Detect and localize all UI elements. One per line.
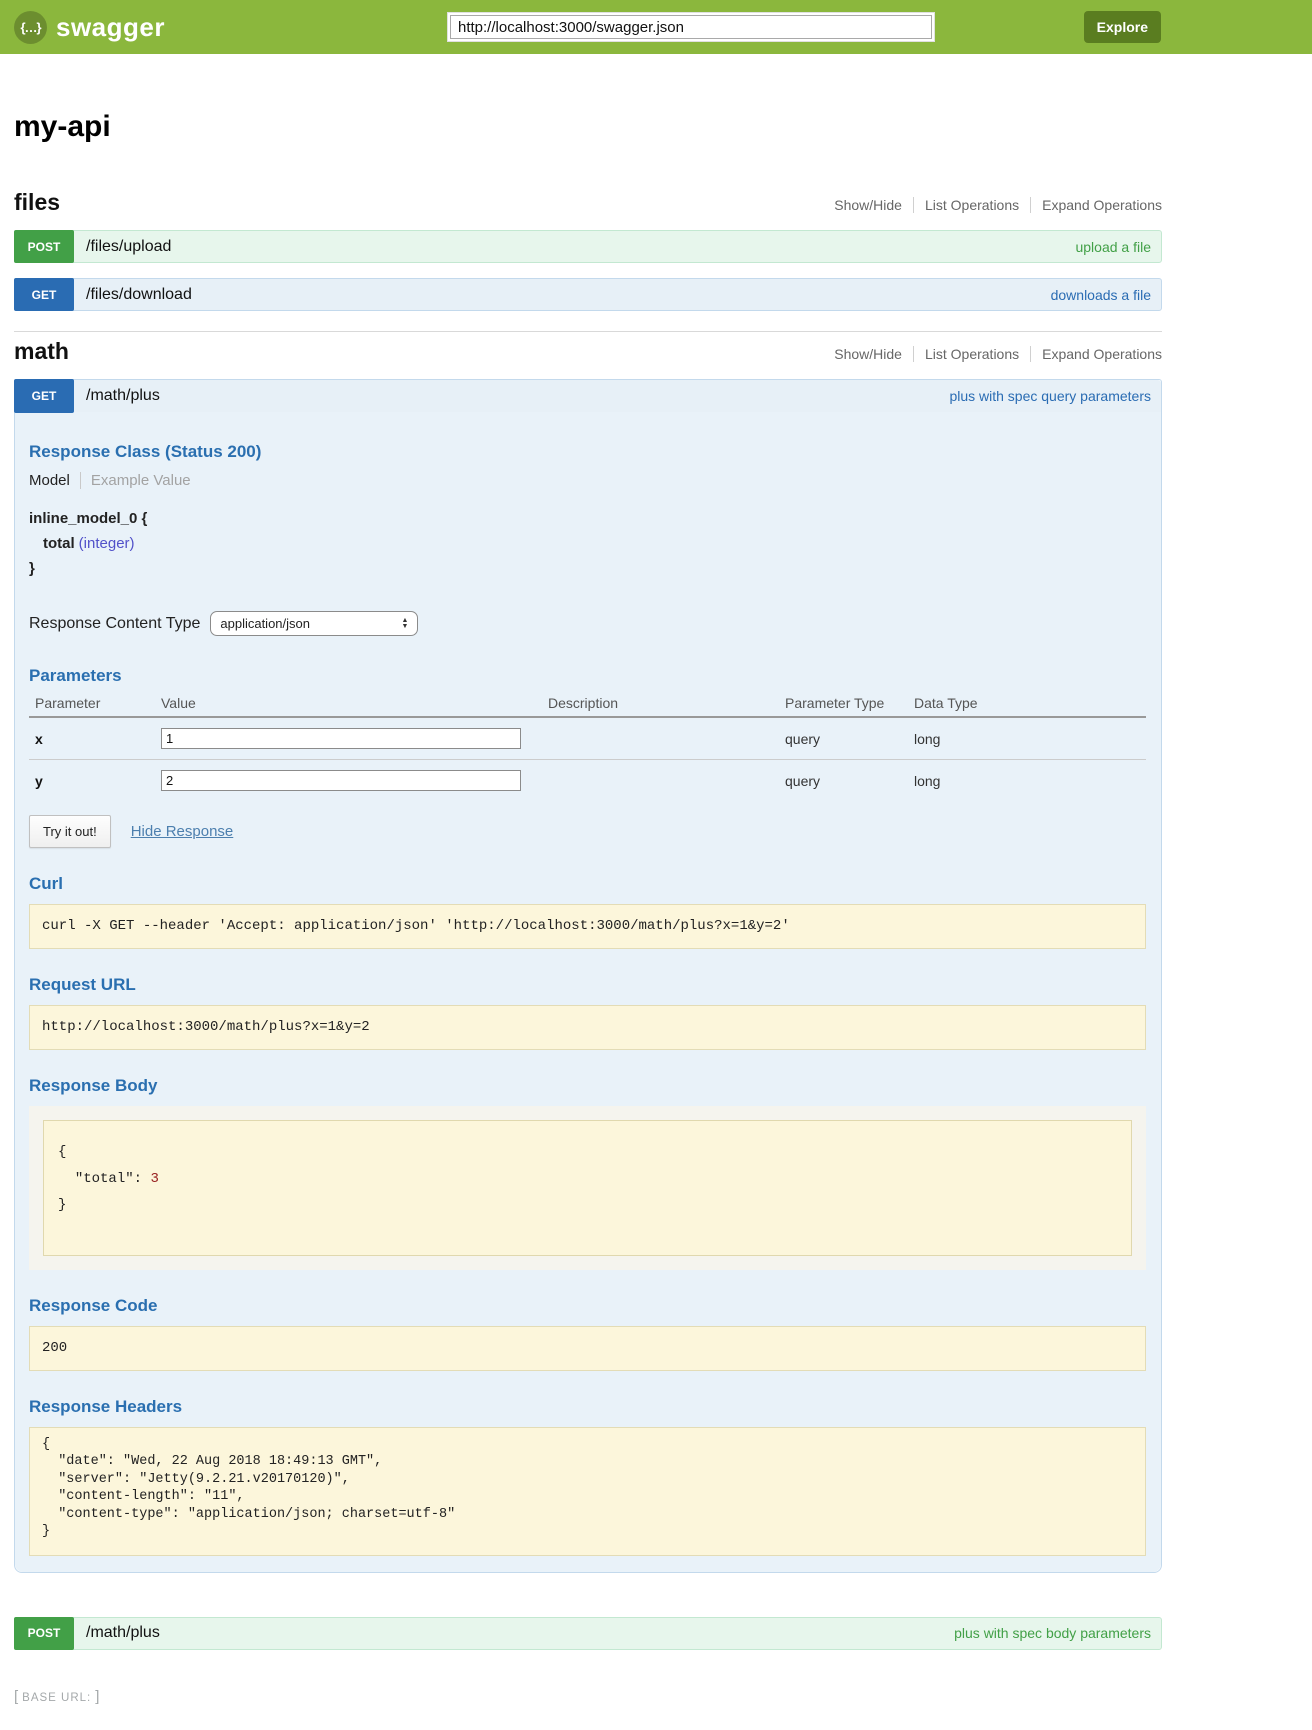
model-property-name: total [43, 535, 75, 552]
col-description: Description [542, 690, 779, 717]
parameter-row-x: x query long [29, 717, 1146, 760]
explore-button[interactable]: Explore [1084, 11, 1161, 43]
parameter-data-type: long [908, 717, 1146, 760]
spec-url-input-frame [447, 12, 935, 42]
model-signature: inline_model_0 { total(integer) } [29, 507, 1146, 581]
tab-example-value[interactable]: Example Value [80, 472, 191, 489]
col-data-type: Data Type [908, 690, 1146, 717]
post-method-badge: POST [14, 1617, 74, 1650]
response-class-heading: Response Class (Status 200) [29, 442, 1146, 462]
try-it-out-button[interactable]: Try it out! [29, 815, 111, 848]
response-headers-heading: Response Headers [29, 1397, 1146, 1417]
expand-operations-link[interactable]: Expand Operations [1030, 197, 1162, 213]
files-section-controls: Show/Hide List Operations Expand Operati… [823, 197, 1162, 213]
curl-heading: Curl [29, 874, 1146, 894]
response-body-number: 3 [150, 1171, 158, 1187]
response-content-type-select[interactable]: application/json [210, 611, 418, 636]
list-operations-link[interactable]: List Operations [913, 346, 1030, 362]
parameters-header-row: Parameter Value Description Parameter Ty… [29, 690, 1146, 717]
base-url-label: BASE URL: [18, 1692, 95, 1704]
response-class-tabs: Model Example Value [29, 472, 1146, 489]
operation-path[interactable]: /math/plus [86, 1624, 160, 1642]
operation-detail-panel: Response Class (Status 200) Model Exampl… [15, 412, 1161, 1572]
model-property: total(integer) [29, 532, 1146, 557]
parameter-name: x [29, 717, 155, 760]
parameter-description [542, 760, 779, 802]
math-section-header: math Show/Hide List Operations Expand Op… [14, 338, 1162, 365]
base-url-bracket: ] [95, 1688, 99, 1705]
get-method-badge: GET [14, 379, 74, 413]
parameter-x-input[interactable] [161, 728, 521, 749]
swagger-logo: {…} swagger [14, 11, 165, 44]
response-body-text: { "total": [58, 1144, 150, 1187]
swagger-braces-icon: {…} [14, 11, 47, 44]
list-operations-link[interactable]: List Operations [913, 197, 1030, 213]
files-section-header: files Show/Hide List Operations Expand O… [14, 189, 1162, 216]
page-title: my-api [14, 110, 1162, 143]
operation-get-math-plus-expanded: GET /math/plus plus with spec query para… [14, 379, 1162, 1573]
operation-path[interactable]: /math/plus [86, 387, 160, 405]
brand-name: swagger [56, 12, 165, 43]
post-method-badge: POST [14, 230, 74, 263]
col-value: Value [155, 690, 542, 717]
request-url-heading: Request URL [29, 975, 1146, 995]
parameter-y-input[interactable] [161, 770, 521, 791]
parameters-table: Parameter Value Description Parameter Ty… [29, 690, 1146, 801]
files-section-title: files [14, 189, 60, 216]
response-body-container: { "total": 3 } [29, 1106, 1146, 1270]
operation-path[interactable]: /files/download [86, 286, 192, 304]
response-content-type-row: Response Content Type application/json [29, 611, 1146, 636]
col-parameter: Parameter [29, 690, 155, 717]
operation-row-post-math-plus[interactable]: POST /math/plus plus with spec body para… [14, 1617, 1162, 1650]
response-body-heading: Response Body [29, 1076, 1146, 1096]
parameter-type: query [779, 717, 908, 760]
model-signature-close: } [29, 557, 1146, 582]
response-content-type-label: Response Content Type [29, 615, 200, 633]
response-headers-json: { "date": "Wed, 22 Aug 2018 18:49:13 GMT… [29, 1427, 1146, 1556]
operation-summary[interactable]: downloads a file [1051, 287, 1151, 303]
model-signature-open: inline_model_0 { [29, 507, 1146, 532]
select-updown-icon [401, 618, 408, 630]
try-it-out-row: Try it out! Hide Response [29, 815, 1146, 848]
request-url-value: http://localhost:3000/math/plus?x=1&y=2 [29, 1005, 1146, 1050]
selected-content-type: application/json [220, 616, 310, 631]
parameters-heading: Parameters [29, 666, 1146, 686]
response-body-json: { "total": 3 } [43, 1120, 1132, 1256]
show-hide-link[interactable]: Show/Hide [823, 346, 913, 362]
operation-row-get-math-plus[interactable]: GET /math/plus plus with spec query para… [15, 380, 1161, 412]
expand-operations-link[interactable]: Expand Operations [1030, 346, 1162, 362]
curl-command: curl -X GET --header 'Accept: applicatio… [29, 904, 1146, 949]
math-section-title: math [14, 338, 69, 365]
operation-summary[interactable]: upload a file [1075, 239, 1151, 255]
parameter-description [542, 717, 779, 760]
response-body-text: } [58, 1197, 66, 1213]
tab-model[interactable]: Model [29, 472, 80, 489]
operation-summary[interactable]: plus with spec body parameters [954, 1625, 1151, 1641]
content: my-api files Show/Hide List Operations E… [14, 110, 1162, 1706]
base-url-footer: [BASE URL:] [14, 1688, 1162, 1706]
top-bar: {…} swagger Explore [0, 0, 1312, 54]
operation-summary[interactable]: plus with spec query parameters [949, 388, 1151, 404]
parameter-type: query [779, 760, 908, 802]
hide-response-link[interactable]: Hide Response [131, 823, 234, 840]
parameter-name: y [29, 760, 155, 802]
operation-row-get-files-download[interactable]: GET /files/download downloads a file [14, 278, 1162, 311]
response-code-heading: Response Code [29, 1296, 1146, 1316]
get-method-badge: GET [14, 278, 74, 311]
math-section-controls: Show/Hide List Operations Expand Operati… [823, 346, 1162, 362]
parameter-data-type: long [908, 760, 1146, 802]
model-property-type: (integer) [79, 535, 135, 552]
show-hide-link[interactable]: Show/Hide [823, 197, 913, 213]
section-divider [14, 331, 1162, 332]
parameter-row-y: y query long [29, 760, 1146, 802]
response-code-value: 200 [29, 1326, 1146, 1371]
col-parameter-type: Parameter Type [779, 690, 908, 717]
operation-row-post-files-upload[interactable]: POST /files/upload upload a file [14, 230, 1162, 263]
spec-url-input[interactable] [450, 15, 932, 39]
operation-path[interactable]: /files/upload [86, 238, 171, 256]
